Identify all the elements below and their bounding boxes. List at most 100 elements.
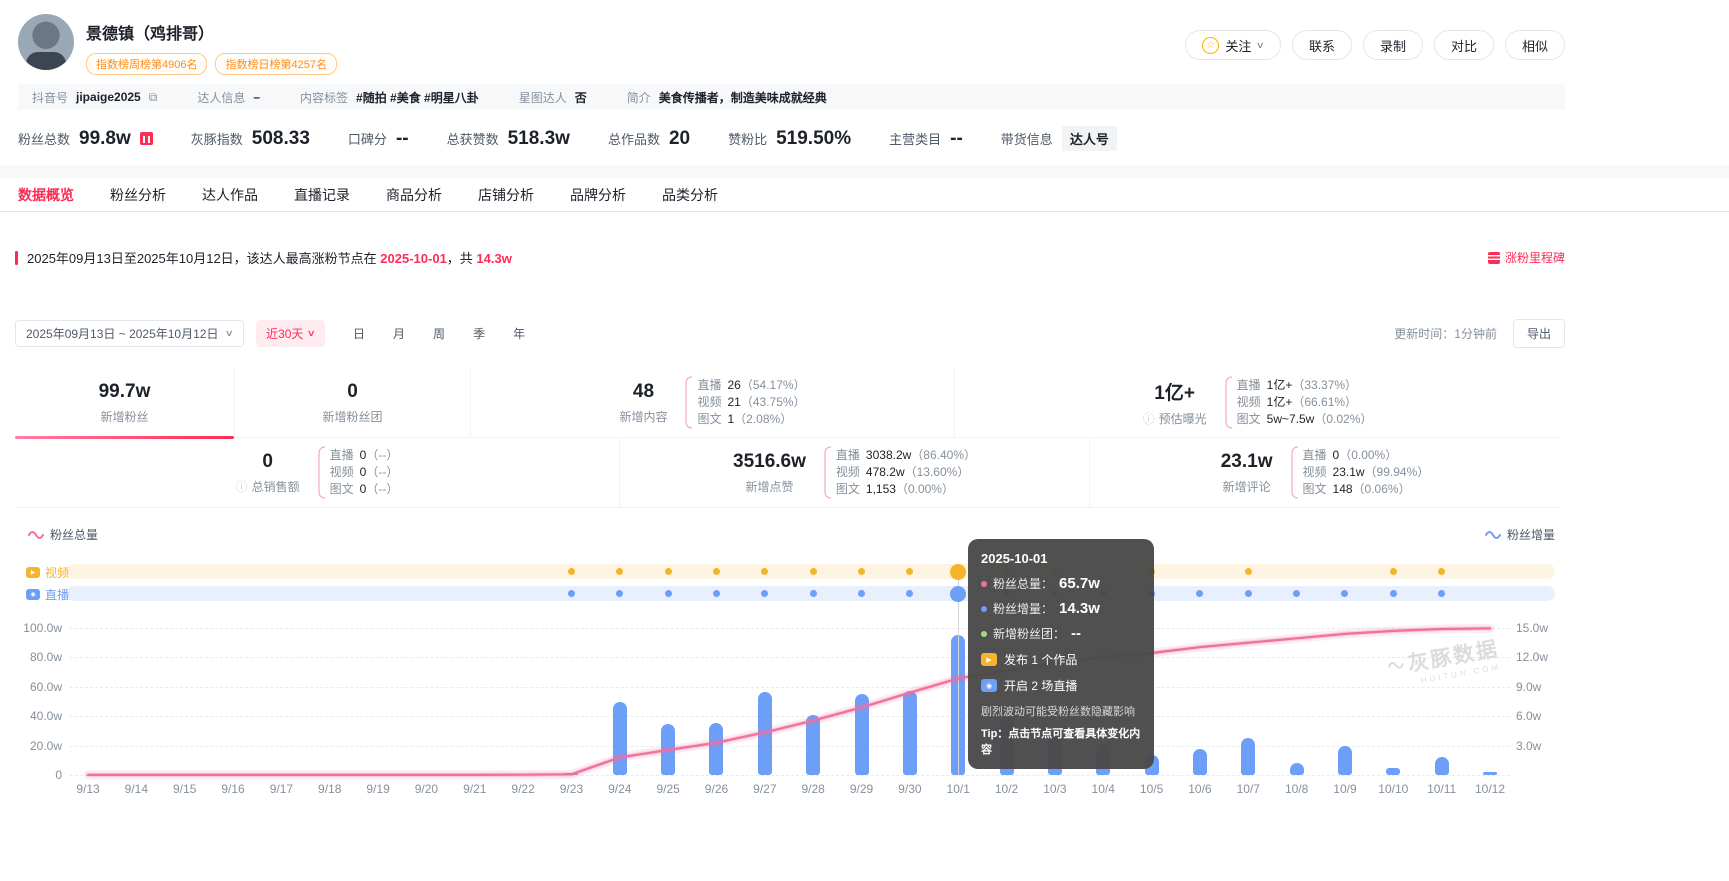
summary-card-新增内容[interactable]: 48新增内容直播26（54.17%）视频21（43.75%）图文1（2.08%） (471, 368, 955, 437)
right-axis-tick: 3.0w (1516, 739, 1541, 753)
increment-bar[interactable] (564, 773, 578, 775)
tab-直播记录[interactable]: 直播记录 (294, 185, 350, 205)
left-axis-tick: 80.0w (12, 650, 62, 664)
right-axis-tick: 9.0w (1516, 680, 1541, 694)
period-option-日[interactable]: 日 (341, 319, 377, 348)
increment-bar[interactable] (758, 692, 772, 775)
x-axis-tick: 9/21 (463, 782, 486, 796)
increment-bar[interactable] (1241, 738, 1255, 775)
video-day-dot[interactable] (950, 564, 966, 580)
video-days-row-label: ▶视频 (26, 564, 69, 581)
action-button-1[interactable]: 录制 (1363, 30, 1423, 60)
live-day-dot[interactable] (810, 590, 817, 597)
increment-bar[interactable] (1338, 746, 1352, 775)
video-day-dot[interactable] (568, 568, 575, 575)
tooltip-lives-row: ◉开启 2 场直播 (981, 677, 1141, 694)
summary-card-新增粉丝团[interactable]: 0 新增粉丝团 (235, 368, 471, 437)
video-day-dot[interactable] (1245, 568, 1252, 575)
breakdown-row: 直播26（54.17%） (697, 377, 805, 394)
action-button-3[interactable]: 相似 (1505, 30, 1565, 60)
live-day-dot[interactable] (950, 586, 966, 602)
tab-品类分析[interactable]: 品类分析 (662, 185, 718, 205)
card-value: 23.1w (1221, 451, 1273, 473)
right-axis-tick: 6.0w (1516, 709, 1541, 723)
video-day-dot[interactable] (810, 568, 817, 575)
info-icon[interactable]: ⓘ (236, 478, 248, 495)
live-icon: ◉ (981, 679, 997, 692)
live-day-dot[interactable] (1245, 590, 1252, 597)
info-icon[interactable]: ⓘ (1143, 410, 1155, 427)
video-day-dot[interactable] (858, 568, 865, 575)
increment-bar[interactable] (903, 691, 917, 775)
date-range-picker[interactable]: 2025年09月13日 ~ 2025年10月12日 ∨ (15, 320, 244, 347)
video-day-dot[interactable] (713, 568, 720, 575)
increment-bar[interactable] (806, 715, 820, 775)
action-button-2[interactable]: 对比 (1434, 30, 1494, 60)
analytics-page: 景德镇（鸡排哥） 指数榜周榜第4906名指数榜日榜第4257名 ☆ 关注 ∨ 联… (0, 0, 1565, 165)
milestone-link[interactable]: 涨粉里程碑 (1488, 249, 1565, 266)
follow-button[interactable]: ☆ 关注 ∨ (1185, 30, 1281, 60)
increment-bar[interactable] (661, 724, 675, 775)
tooltip-works-row: ▶发布 1 个作品 (981, 651, 1141, 668)
info-value: 美食传播者，制造美味成就经典 (659, 89, 827, 106)
video-day-dot[interactable] (1390, 568, 1397, 575)
increment-bar[interactable] (1435, 757, 1449, 775)
stat-label: 粉丝总数 (18, 129, 70, 148)
period-option-月[interactable]: 月 (381, 319, 417, 348)
tab-粉丝分析[interactable]: 粉丝分析 (110, 185, 166, 205)
card-breakdown: 直播3038.2w（86.40%）视频478.2w（13.60%）图文1,153… (836, 447, 976, 498)
live-day-dot[interactable] (665, 590, 672, 597)
increment-bar[interactable] (855, 694, 869, 775)
tooltip-metric-row: 粉丝总量：65.7w (981, 575, 1141, 592)
summary-card-新增点赞[interactable]: 3516.6w新增点赞直播3038.2w（86.40%）视频478.2w（13.… (620, 438, 1090, 507)
tooltip-metric-row: 新增粉丝团：-- (981, 625, 1141, 642)
increment-bar[interactable] (1483, 772, 1497, 775)
live-day-dot[interactable] (858, 590, 865, 597)
summary-card-总销售额[interactable]: 0ⓘ总销售额直播0（--）视频0（--）图文0（--） (15, 438, 620, 507)
creator-header: 景德镇（鸡排哥） 指数榜周榜第4906名指数榜日榜第4257名 ☆ 关注 ∨ 联… (0, 0, 1565, 82)
summary-card-预估曝光[interactable]: 1亿+ⓘ预估曝光直播1亿+（33.37%）视频1亿+（66.61%）图文5w~7… (955, 368, 1560, 437)
stat-label: 带货信息 (1001, 129, 1053, 148)
action-button-0[interactable]: 联系 (1292, 30, 1352, 60)
export-button[interactable]: 导出 (1513, 319, 1565, 348)
tab-店铺分析[interactable]: 店铺分析 (478, 185, 534, 205)
card-label: 新增粉丝 (99, 408, 151, 425)
tab-商品分析[interactable]: 商品分析 (386, 185, 442, 205)
period-option-季[interactable]: 季 (461, 319, 497, 348)
x-axis-tick: 10/12 (1475, 782, 1505, 796)
summary-card-新增评论[interactable]: 23.1w新增评论直播0（0.00%）视频23.1w（99.94%）图文148（… (1090, 438, 1560, 507)
breakdown-row: 视频21（43.75%） (697, 394, 805, 411)
tooltip-metric-row: 粉丝增量：14.3w (981, 600, 1141, 617)
card-value: 0 (322, 381, 382, 403)
tab-达人作品[interactable]: 达人作品 (202, 185, 258, 205)
left-axis-tick: 40.0w (12, 709, 62, 723)
star-icon: ☆ (1202, 37, 1219, 54)
live-day-dot[interactable] (1390, 590, 1397, 597)
stat-item: 总获赞数518.3w (447, 128, 570, 150)
tab-品牌分析[interactable]: 品牌分析 (570, 185, 626, 205)
increment-bar[interactable] (613, 702, 627, 775)
creator-avatar[interactable] (18, 14, 74, 70)
card-label: 新增粉丝团 (322, 408, 382, 425)
video-day-dot[interactable] (665, 568, 672, 575)
live-day-dot[interactable] (568, 590, 575, 597)
trend-chart-icon[interactable] (140, 132, 153, 145)
period-option-年[interactable]: 年 (501, 319, 537, 348)
card-breakdown: 直播1亿+（33.37%）视频1亿+（66.61%）图文5w~7.5w（0.02… (1237, 377, 1373, 428)
left-axis-tick: 100.0w (12, 621, 62, 635)
period-option-周[interactable]: 周 (421, 319, 457, 348)
summary-card-新增粉丝[interactable]: 99.7w 新增粉丝 (15, 368, 235, 437)
increment-bar[interactable] (1290, 763, 1304, 775)
increment-bar[interactable] (709, 723, 723, 775)
card-value: 99.7w (99, 381, 151, 403)
x-axis-tick: 9/26 (705, 782, 728, 796)
x-axis-tick: 10/7 (1237, 782, 1260, 796)
tab-数据概览[interactable]: 数据概览 (18, 185, 74, 205)
card-label: ⓘ总销售额 (236, 478, 300, 495)
quick-range-select[interactable]: 近30天 ∨ (256, 320, 325, 347)
copy-icon[interactable]: ⧉ (149, 90, 158, 105)
live-day-dot[interactable] (713, 590, 720, 597)
x-axis-tick: 10/11 (1427, 782, 1456, 796)
increment-bar[interactable] (1193, 749, 1207, 775)
increment-bar[interactable] (1386, 768, 1400, 775)
